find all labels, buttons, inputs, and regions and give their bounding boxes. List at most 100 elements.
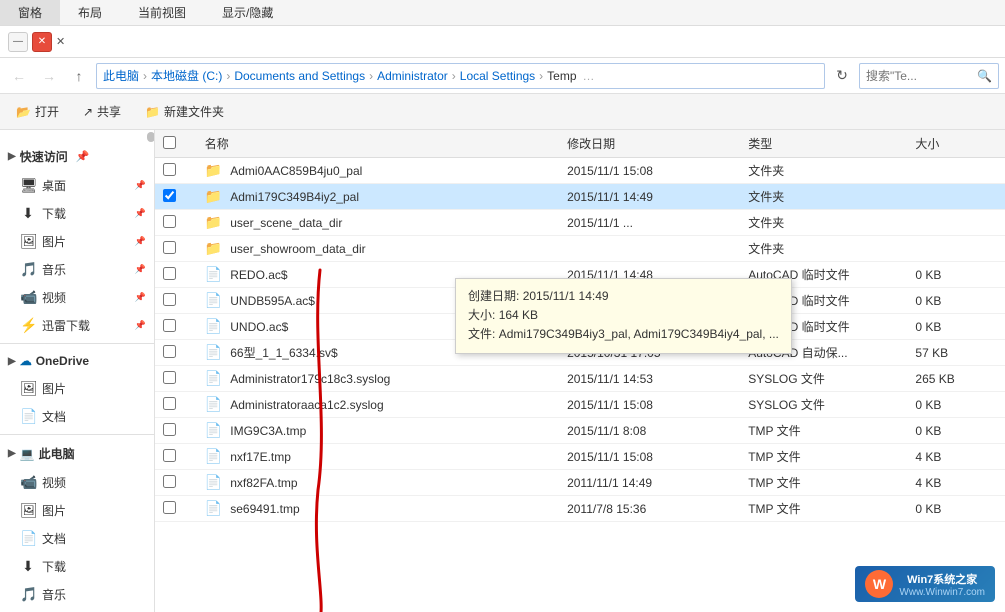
divider-2	[0, 434, 154, 435]
row-checkbox[interactable]	[163, 267, 176, 280]
row-checkbox[interactable]	[163, 345, 176, 358]
breadcrumb: 此电脑 › 本地磁盘 (C:) › Documents and Settings…	[96, 63, 825, 89]
col-name-header[interactable]: 名称	[197, 130, 559, 158]
file-date: 2015/11/1 ...	[559, 210, 740, 236]
pin-dl-icon: 📌	[135, 208, 146, 219]
sidebar: ▶ 快速访问 📌 🖥 桌面 📌 ⬇ 下载 📌 🖼 图片 📌 🎵 音	[0, 130, 155, 612]
sidebar-item-od-pics[interactable]: 🖼 图片	[0, 374, 154, 402]
row-checkbox[interactable]	[163, 423, 176, 436]
menu-pane[interactable]: 窗格	[0, 0, 60, 25]
select-all-checkbox[interactable]	[163, 136, 176, 149]
breadcrumb-local[interactable]: Local Settings	[460, 69, 535, 83]
sidebar-section-title-quick[interactable]: ▶ 快速访问 📌	[0, 142, 154, 171]
toolbar-btn-1[interactable]: 📂 打开	[8, 100, 67, 123]
sidebar-section-title-onedrive[interactable]: ▶ ☁ OneDrive	[0, 348, 154, 374]
file-type: TMP 文件	[740, 470, 907, 496]
breadcrumb-admin[interactable]: Administrator	[377, 69, 448, 83]
breadcrumb-pc[interactable]: 此电脑	[103, 67, 139, 84]
sidebar-item-pc-music[interactable]: 🎵 音乐	[0, 580, 154, 608]
search-input[interactable]	[866, 69, 973, 83]
toolbar-btn-share[interactable]: ↗ 共享	[75, 100, 129, 123]
file-icon: 📁	[205, 188, 222, 205]
row-checkbox-cell	[155, 496, 197, 522]
od-pics-icon: 🖼	[20, 380, 36, 397]
pin-button[interactable]: ✕	[56, 35, 65, 48]
file-name-cell[interactable]: 📄 nxf17E.tmp	[197, 444, 559, 470]
file-icon: 📄	[205, 448, 222, 465]
row-checkbox-cell	[155, 210, 197, 236]
file-type: TMP 文件	[740, 444, 907, 470]
file-name-cell[interactable]: 📄 Administrator179c18c3.syslog	[197, 366, 559, 392]
file-area: 名称 修改日期 类型 大小 📁 Admi0AAC859B4ju0_pal 201…	[155, 130, 1005, 612]
row-checkbox-cell	[155, 184, 197, 210]
row-checkbox[interactable]	[163, 371, 176, 384]
breadcrumb-docs[interactable]: Documents and Settings	[234, 69, 365, 83]
menu-show-hide[interactable]: 显示/隐藏	[204, 0, 291, 25]
tooltip-size: 大小: 164 KB	[468, 306, 779, 325]
sidebar-item-pc-video[interactable]: 📹 视频	[0, 468, 154, 496]
search-icon[interactable]: 🔍	[977, 69, 992, 83]
file-name: UNDB595A.ac$	[230, 294, 315, 308]
file-icon: 📄	[205, 266, 222, 283]
up-button[interactable]: ↑	[66, 63, 92, 89]
watermark-icon: W	[865, 570, 893, 598]
col-size-header[interactable]: 大小	[907, 130, 1005, 158]
file-type: 文件夹	[740, 158, 907, 184]
sidebar-item-pc-dl[interactable]: ⬇ 下载	[0, 552, 154, 580]
sidebar-item-pc-desktop[interactable]: 🖥 桌面	[0, 608, 154, 612]
sidebar-item-pc-pics[interactable]: 🖼 图片	[0, 496, 154, 524]
sidebar-item-xunlei[interactable]: ⚡ 迅雷下载 📌	[0, 311, 154, 339]
col-date-header[interactable]: 修改日期	[559, 130, 740, 158]
sidebar-item-downloads[interactable]: ⬇ 下载 📌	[0, 199, 154, 227]
table-row: 📄 Administratoraaca1c2.syslog 2015/11/1 …	[155, 392, 1005, 418]
file-date: 2015/11/1 15:08	[559, 158, 740, 184]
row-checkbox[interactable]	[163, 475, 176, 488]
row-checkbox[interactable]	[163, 293, 176, 306]
sidebar-item-desktop[interactable]: 🖥 桌面 📌	[0, 171, 154, 199]
xunlei-icon: ⚡	[20, 317, 36, 334]
file-date: 2015/11/1 8:08	[559, 418, 740, 444]
back-button[interactable]: ←	[6, 63, 32, 89]
file-name-cell[interactable]: 📄 Administratoraaca1c2.syslog	[197, 392, 559, 418]
row-checkbox[interactable]	[163, 319, 176, 332]
row-checkbox[interactable]	[163, 501, 176, 514]
row-checkbox[interactable]	[163, 163, 176, 176]
file-size: 0 KB	[907, 392, 1005, 418]
sidebar-item-od-docs[interactable]: 📄 文档	[0, 402, 154, 430]
refresh-button[interactable]: ↻	[829, 63, 855, 89]
minimize-button[interactable]: —	[8, 32, 28, 52]
row-checkbox[interactable]	[163, 189, 176, 202]
pin-small-icon: 📌	[135, 180, 146, 191]
sidebar-section-title-pc[interactable]: ▶ 💻 此电脑	[0, 439, 154, 468]
od-docs-icon: 📄	[20, 408, 36, 425]
row-checkbox[interactable]	[163, 397, 176, 410]
breadcrumb-c[interactable]: 本地磁盘 (C:)	[151, 67, 222, 84]
menu-layout[interactable]: 布局	[60, 0, 120, 25]
toolbar-btn-newdir[interactable]: 📁 新建文件夹	[137, 100, 232, 123]
sidebar-item-music[interactable]: 🎵 音乐 📌	[0, 255, 154, 283]
menu-view[interactable]: 当前视图	[120, 0, 204, 25]
file-name-cell[interactable]: 📁 Admi179C349B4iy2_pal	[197, 184, 559, 210]
file-name: se69491.tmp	[230, 502, 299, 516]
file-name-cell[interactable]: 📄 IMG9C3A.tmp	[197, 418, 559, 444]
breadcrumb-temp: Temp	[547, 69, 576, 83]
col-type-header[interactable]: 类型	[740, 130, 907, 158]
row-checkbox[interactable]	[163, 215, 176, 228]
table-row: 📄 Administrator179c18c3.syslog 2015/11/1…	[155, 366, 1005, 392]
forward-button[interactable]: →	[36, 63, 62, 89]
file-name: UNDO.ac$	[230, 320, 288, 334]
row-checkbox[interactable]	[163, 241, 176, 254]
file-name-cell[interactable]: 📁 Admi0AAC859B4ju0_pal	[197, 158, 559, 184]
file-name-cell[interactable]: 📁 user_showroom_data_dir	[197, 236, 559, 262]
sidebar-item-videos[interactable]: 📹 视频 📌	[0, 283, 154, 311]
file-name-cell[interactable]: 📄 se69491.tmp	[197, 496, 559, 522]
file-name-cell[interactable]: 📁 user_scene_data_dir	[197, 210, 559, 236]
row-checkbox-cell	[155, 288, 197, 314]
file-name-cell[interactable]: 📄 nxf82FA.tmp	[197, 470, 559, 496]
pc-label: 此电脑	[39, 445, 75, 462]
close-button[interactable]: ✕	[32, 32, 52, 52]
row-checkbox[interactable]	[163, 449, 176, 462]
sidebar-item-pc-docs[interactable]: 📄 文档	[0, 524, 154, 552]
sidebar-item-pictures[interactable]: 🖼 图片 📌	[0, 227, 154, 255]
videos-icon: 📹	[20, 289, 36, 306]
